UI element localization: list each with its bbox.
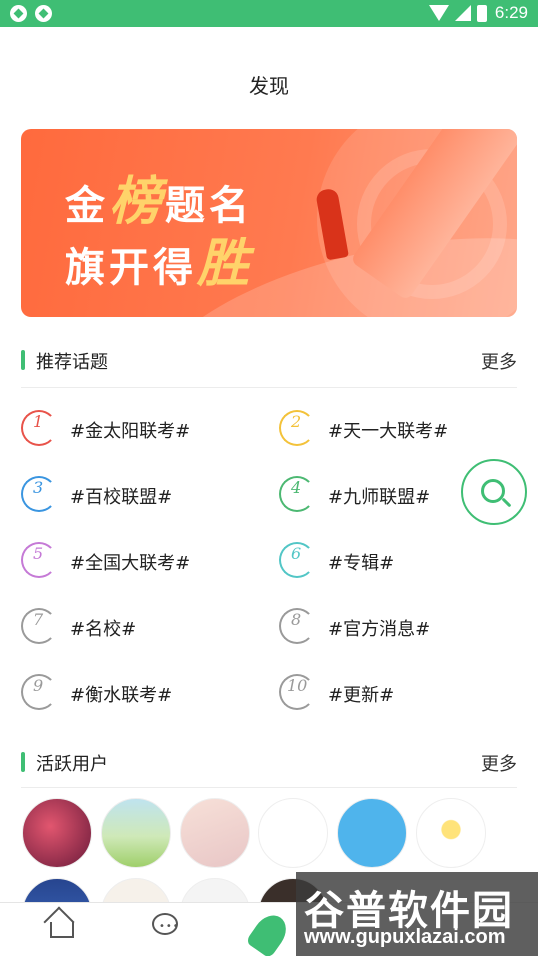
banner-slogan-line2: 旗开得胜: [65, 233, 254, 294]
topics-section-header: 推荐话题 更多: [21, 340, 517, 380]
wifi-icon: [428, 5, 449, 21]
topic-label: #衡水联考#: [70, 685, 173, 706]
rank-number: 7: [33, 610, 44, 629]
topic-label: #名校#: [70, 619, 137, 640]
avatar[interactable]: [22, 798, 92, 868]
avatar[interactable]: [180, 798, 250, 868]
topic-item[interactable]: 8 #官方消息#: [279, 608, 519, 652]
signal-icon: [454, 5, 471, 21]
rank-number: 10: [287, 676, 308, 695]
topic-item[interactable]: 5 #全国大联考#: [21, 542, 261, 586]
divider: [21, 387, 517, 388]
topic-item[interactable]: 1 #金太阳联考#: [21, 410, 261, 454]
page-title: 发现: [249, 74, 289, 98]
topic-label: #金太阳联考#: [70, 421, 191, 442]
section-accent-bar: [21, 752, 25, 772]
avatar[interactable]: [101, 798, 171, 868]
avatar[interactable]: [258, 798, 328, 868]
topic-label: #更新#: [328, 685, 395, 706]
topic-item[interactable]: 6 #专辑#: [279, 542, 519, 586]
rank-number: 4: [291, 478, 302, 497]
divider: [21, 787, 517, 788]
topic-item[interactable]: 7 #名校#: [21, 608, 261, 652]
topics-section-title: 推荐话题: [36, 352, 108, 373]
promo-banner[interactable]: 金榜题名 旗开得胜: [21, 129, 517, 317]
topics-more-link[interactable]: 更多: [481, 348, 517, 374]
topic-label: #专辑#: [328, 553, 395, 574]
topic-item[interactable]: 2 #天一大联考#: [279, 410, 519, 454]
users-more-link[interactable]: 更多: [481, 750, 517, 776]
topic-label: #官方消息#: [328, 619, 431, 640]
chat-icon[interactable]: •••: [148, 909, 184, 945]
avatar[interactable]: [416, 798, 486, 868]
search-button[interactable]: [461, 459, 527, 525]
section-accent-bar: [21, 350, 25, 370]
notification-icon: [35, 5, 52, 22]
rank-number: 9: [33, 676, 44, 695]
topic-label: #百校联盟#: [70, 487, 173, 508]
watermark-logo: 谷普软件园 www.gupuxlazai.com: [296, 872, 538, 956]
avatar[interactable]: [337, 798, 407, 868]
topic-label: #全国大联考#: [70, 553, 191, 574]
topic-item[interactable]: 9 #衡水联考#: [21, 674, 261, 718]
rank-number: 8: [291, 610, 302, 629]
battery-icon: [476, 4, 487, 22]
status-time: 6:29: [494, 3, 528, 22]
topic-label: #九师联盟#: [328, 487, 431, 508]
search-icon-handle: [501, 497, 512, 508]
topic-item[interactable]: 3 #百校联盟#: [21, 476, 261, 520]
rank-number: 2: [291, 412, 302, 431]
home-icon[interactable]: [43, 906, 80, 945]
topic-label: #天一大联考#: [328, 421, 449, 442]
rank-number: 3: [33, 478, 44, 497]
status-bar: 6:29: [0, 0, 538, 27]
watermark-url: www.gupuxlazai.com: [304, 926, 506, 948]
users-section-header: 活跃用户 更多: [21, 742, 517, 782]
notification-icon: [10, 5, 27, 22]
rocket-icon[interactable]: [244, 908, 296, 956]
rank-number: 6: [291, 544, 302, 563]
rank-number: 5: [33, 544, 44, 563]
users-section-title: 活跃用户: [36, 754, 108, 775]
topic-item[interactable]: 10 #更新#: [279, 674, 519, 718]
rank-number: 1: [33, 412, 44, 431]
